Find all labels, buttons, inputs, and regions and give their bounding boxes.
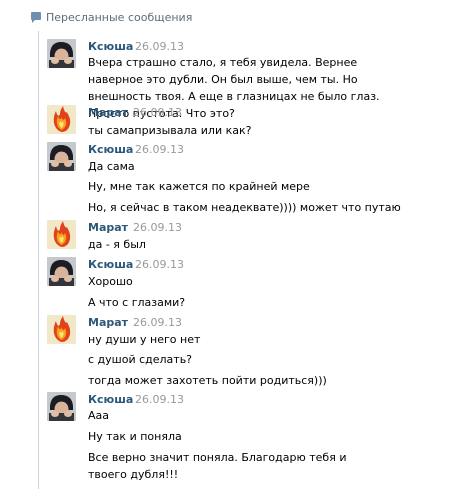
- avatar[interactable]: [47, 315, 76, 344]
- avatar[interactable]: [47, 142, 76, 171]
- forwarded-messages-thread: Ксюша 26.09.13 Вчера страшно стало, я те…: [38, 31, 439, 489]
- message-bubble-icon: [31, 10, 42, 24]
- message-text: да - я был: [88, 238, 146, 251]
- message-text: ну души у него нет: [88, 333, 201, 346]
- message-text: Все верно значит поняла. Благодарю тебя …: [88, 451, 347, 481]
- avatar[interactable]: [47, 220, 76, 249]
- message-date: 26.09.13: [135, 393, 184, 406]
- message-text: ты самапризывала или как?: [88, 124, 252, 137]
- avatar[interactable]: [47, 392, 76, 421]
- message-author[interactable]: Марат: [88, 106, 128, 119]
- message-text: тогда может захотеть пойти родиться))): [88, 374, 327, 387]
- message-text: Ну, мне так кажется по крайней мере: [88, 180, 310, 193]
- message-text: Хорошо: [88, 275, 133, 288]
- message-date: 26.09.13: [133, 106, 182, 119]
- forwarded-messages-title: Пересланные сообщения: [46, 10, 193, 24]
- avatar[interactable]: [47, 105, 76, 134]
- message-date: 26.09.13: [135, 40, 184, 53]
- message-author[interactable]: Ксюша: [88, 258, 133, 271]
- message-author[interactable]: Ксюша: [88, 393, 133, 406]
- message-text: Ааа: [88, 409, 110, 422]
- message-author[interactable]: Ксюша: [88, 40, 133, 53]
- forwarded-messages-header: Пересланные сообщения: [31, 9, 192, 25]
- message-date: 26.09.13: [133, 316, 182, 329]
- message-date: 26.09.13: [135, 143, 184, 156]
- message-text: А что с глазами?: [88, 296, 186, 309]
- message-date: 26.09.13: [133, 221, 182, 234]
- avatar[interactable]: [47, 257, 76, 286]
- message-text: Да сама: [88, 160, 135, 173]
- message-date: 26.09.13: [135, 258, 184, 271]
- message-text: Но, я сейчас в таком неадеквате)))) може…: [88, 201, 401, 214]
- message-author[interactable]: Ксюша: [88, 143, 133, 156]
- message-text: Ну так и поняла: [88, 430, 182, 443]
- message-text: с душой сделать?: [88, 353, 193, 366]
- avatar[interactable]: [47, 39, 76, 68]
- message-author[interactable]: Марат: [88, 221, 128, 234]
- message-author[interactable]: Марат: [88, 316, 128, 329]
